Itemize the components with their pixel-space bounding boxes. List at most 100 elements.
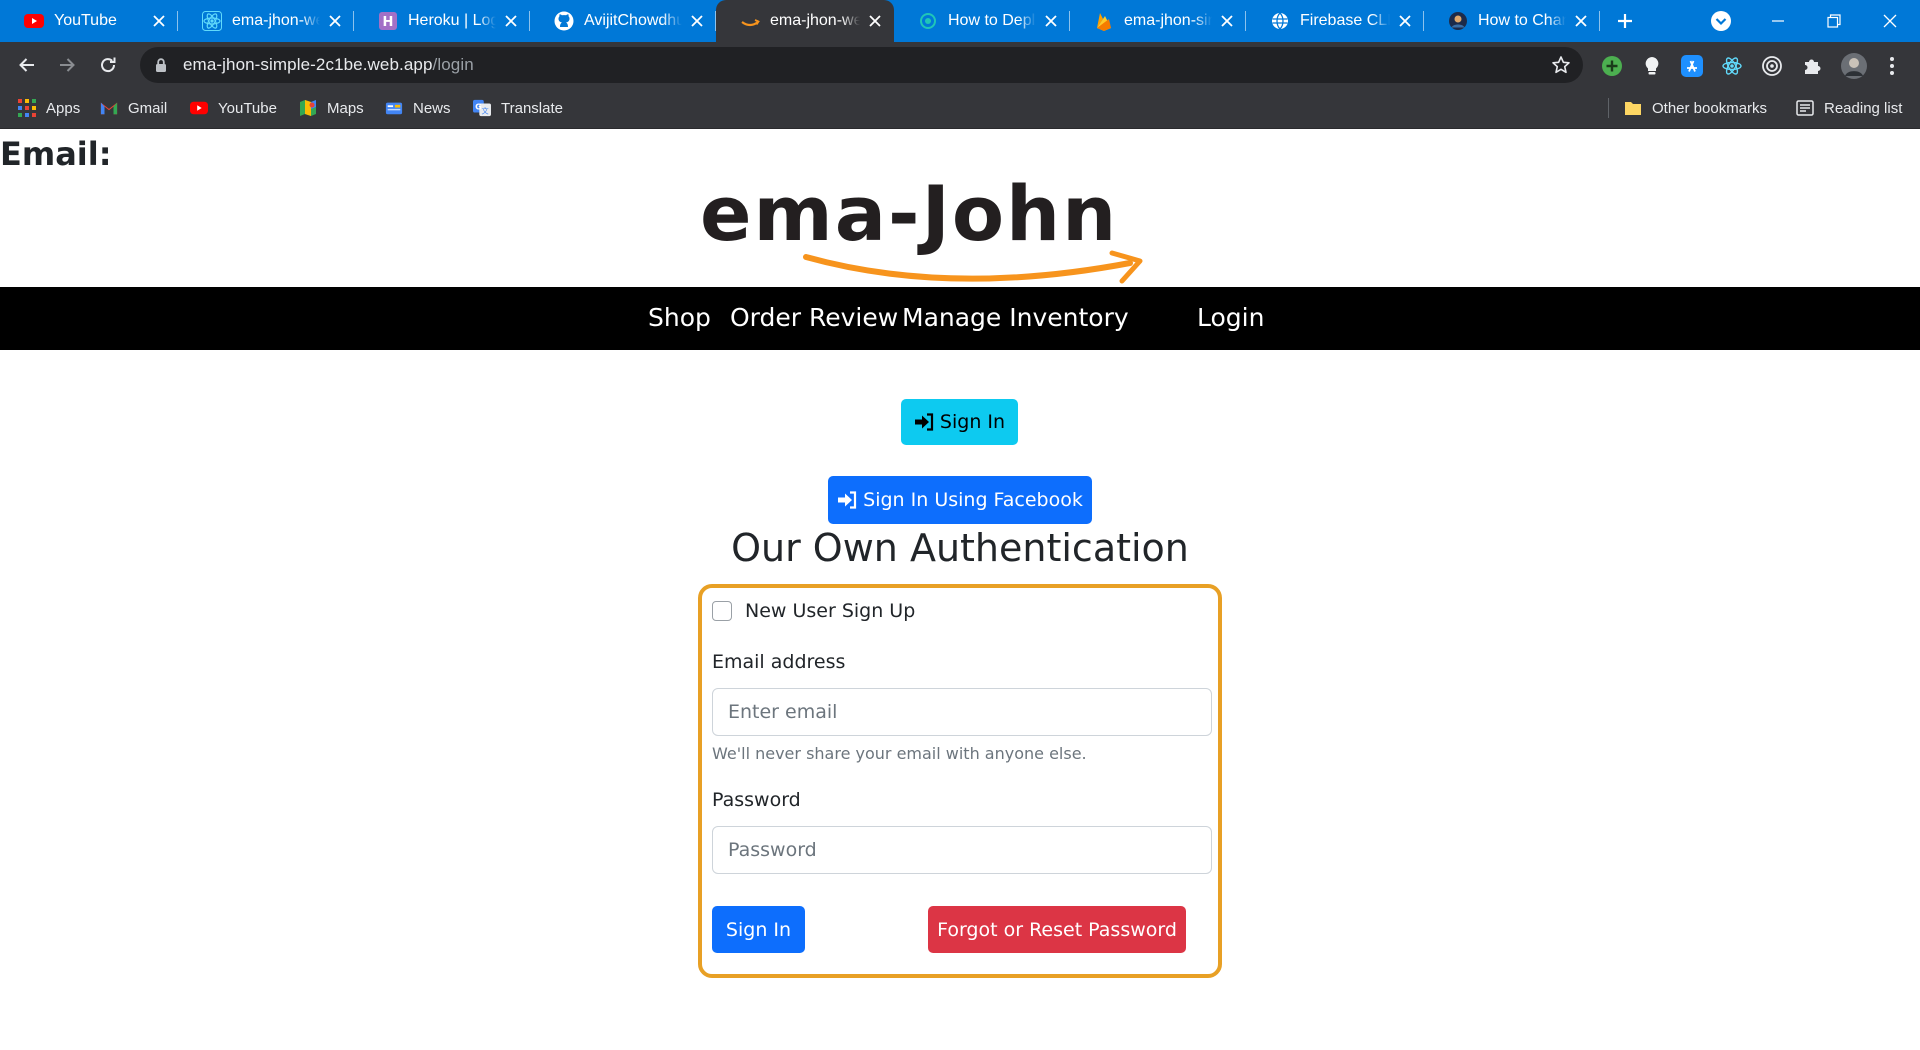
url-text: ema-jhon-simple-2c1be.web.app/login — [183, 55, 474, 75]
auth-section-title: Our Own Authentication — [731, 526, 1189, 570]
tab-title: How to Change — [1478, 12, 1566, 29]
new-user-row[interactable]: New User Sign Up — [712, 600, 915, 622]
gmail-icon — [100, 99, 118, 117]
logo-smile-icon — [803, 250, 1143, 284]
tab-title: How to Deploy — [948, 12, 1036, 29]
close-window-icon[interactable] — [1862, 0, 1918, 42]
bookmarks-bar: Apps Gmail YouTube Maps News G文 Translat… — [0, 88, 1920, 129]
sign-in-facebook-button[interactable]: Sign In Using Facebook — [828, 476, 1092, 524]
reading-list[interactable]: Reading list — [1796, 88, 1902, 128]
bookmark-label: News — [413, 99, 451, 117]
restore-icon[interactable] — [1806, 0, 1862, 42]
password-label: Password — [712, 789, 801, 811]
email-heading: Email: — [0, 135, 112, 173]
close-tab-icon[interactable] — [1572, 12, 1590, 30]
extensions-puzzle-icon[interactable] — [1800, 54, 1824, 78]
close-tab-icon[interactable] — [1396, 12, 1414, 30]
bookmark-youtube[interactable]: YouTube — [190, 88, 277, 128]
password-input[interactable] — [712, 826, 1212, 874]
reload-icon[interactable] — [94, 51, 122, 79]
browser-toolbar: ema-jhon-simple-2c1be.web.app/login — [0, 42, 1920, 88]
sign-in-label: Sign In — [939, 411, 1006, 433]
reading-list-label: Reading list — [1824, 99, 1903, 117]
bookmark-label: Gmail — [128, 99, 168, 117]
bookmark-apps[interactable]: Apps — [18, 88, 80, 128]
extension-bulb-icon[interactable] — [1640, 54, 1664, 78]
lock-icon — [153, 56, 169, 74]
close-tab-icon[interactable] — [1042, 12, 1060, 30]
nav-link-order-review[interactable]: Order Review — [730, 303, 898, 332]
heroku-icon: H — [378, 11, 398, 31]
browser-tab-strip: YouTube ema-jhon-web H Heroku | Login Av… — [0, 0, 1920, 42]
nav-link-login[interactable]: Login — [1197, 303, 1264, 332]
tab-title: Heroku | Login — [408, 12, 496, 29]
bookmark-label: YouTube — [218, 99, 277, 117]
tab-github[interactable]: AvijitChowdhury — [530, 0, 716, 42]
tab-ema-jhon-web-active[interactable]: ema-jhon-web — [716, 0, 894, 42]
tab-title: ema-jhon-web — [232, 12, 320, 29]
bookmark-star-icon[interactable] — [1551, 55, 1571, 75]
close-tab-icon[interactable] — [150, 12, 168, 30]
bookmark-gmail[interactable]: Gmail — [100, 88, 167, 128]
forward-arrow-icon[interactable] — [53, 51, 81, 79]
email-help-text: We'll never share your email with anyone… — [712, 744, 1087, 763]
nav-link-manage-inventory[interactable]: Manage Inventory — [902, 303, 1129, 332]
tab-ema-jhon-web[interactable]: ema-jhon-web — [178, 0, 354, 42]
bookmarks-separator — [1608, 98, 1609, 118]
tab-title: ema-jhon-simple — [1124, 12, 1212, 29]
extension-green-plus-icon[interactable] — [1600, 54, 1624, 78]
translate-icon: G文 — [473, 99, 491, 117]
youtube-icon — [190, 99, 208, 117]
tab-heroku-login[interactable]: H Heroku | Login — [354, 0, 530, 42]
tab-firebase-cli[interactable]: Firebase CLI — [1246, 0, 1424, 42]
tab-title: ema-jhon-web — [770, 12, 860, 29]
close-tab-icon[interactable] — [688, 12, 706, 30]
tab-how-to-deploy[interactable]: How to Deploy — [894, 0, 1070, 42]
amazon-icon — [740, 11, 760, 31]
forgot-password-button[interactable]: Forgot or Reset Password — [928, 906, 1186, 953]
maps-icon — [299, 99, 317, 117]
email-input[interactable] — [712, 688, 1212, 736]
new-user-label: New User Sign Up — [745, 600, 916, 622]
tab-how-to-change[interactable]: How to Change — [1424, 0, 1600, 42]
profile-avatar-icon[interactable] — [1840, 52, 1868, 80]
browser-menu-icon[interactable] — [1880, 54, 1904, 78]
close-tab-icon[interactable] — [502, 12, 520, 30]
globe-icon — [1270, 11, 1290, 31]
folder-icon — [1624, 99, 1642, 117]
bookmark-translate[interactable]: G文 Translate — [473, 88, 563, 128]
bookmark-news[interactable]: News — [385, 88, 451, 128]
bookmark-maps[interactable]: Maps — [299, 88, 364, 128]
tab-ema-jhon-simple[interactable]: ema-jhon-simple — [1070, 0, 1246, 42]
reading-list-icon — [1796, 99, 1814, 117]
apps-grid-icon — [18, 99, 36, 117]
extension-appstore-icon[interactable] — [1680, 54, 1704, 78]
other-bookmarks[interactable]: Other bookmarks — [1624, 88, 1767, 128]
tab-search-icon[interactable] — [1710, 10, 1732, 32]
main-navigation: Shop Order Review Manage Inventory Login — [0, 287, 1920, 350]
nav-link-shop[interactable]: Shop — [648, 303, 711, 332]
sign-in-arrow-icon — [837, 491, 857, 509]
sign-in-google-button[interactable]: Sign In — [901, 399, 1018, 445]
tab-youtube[interactable]: YouTube — [0, 0, 178, 42]
address-bar[interactable]: ema-jhon-simple-2c1be.web.app/login — [140, 47, 1583, 83]
ema-john-logo: ema-John — [700, 169, 1220, 284]
tab-title: Firebase CLI — [1300, 12, 1390, 29]
new-tab-icon[interactable] — [1612, 8, 1638, 34]
email-label: Email address — [712, 651, 846, 673]
bookmark-label: Apps — [46, 99, 81, 117]
extension-target-icon[interactable] — [1760, 54, 1784, 78]
youtube-icon — [24, 11, 44, 31]
minimize-icon[interactable] — [1750, 0, 1806, 42]
form-sign-in-button[interactable]: Sign In — [712, 906, 805, 953]
facebook-sign-in-label: Sign In Using Facebook — [863, 489, 1083, 511]
close-tab-icon[interactable] — [326, 12, 344, 30]
back-arrow-icon[interactable] — [13, 51, 41, 79]
extension-react-devtools-icon[interactable] — [1720, 54, 1744, 78]
avatar-icon — [1448, 11, 1468, 31]
other-bookmarks-label: Other bookmarks — [1652, 99, 1768, 117]
close-tab-icon[interactable] — [866, 12, 884, 30]
close-tab-icon[interactable] — [1218, 12, 1236, 30]
sign-in-arrow-icon — [914, 413, 934, 431]
new-user-checkbox[interactable] — [712, 601, 732, 621]
